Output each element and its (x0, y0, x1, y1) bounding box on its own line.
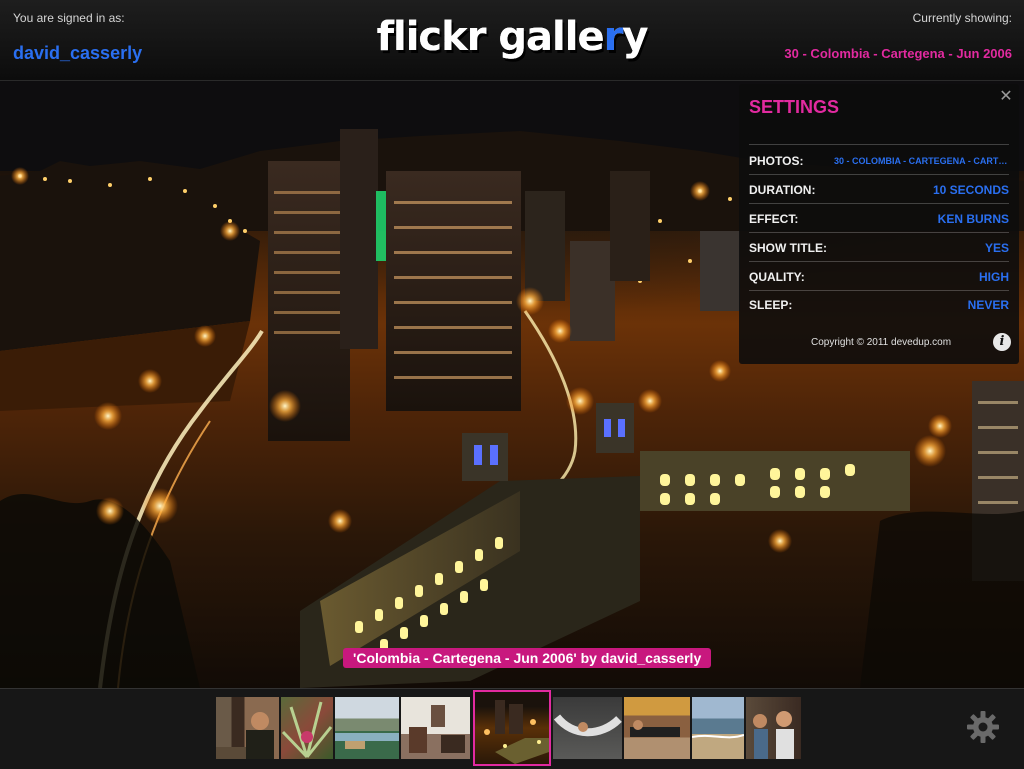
thumbnail[interactable] (624, 697, 690, 759)
logo-text-accent-blue: r (603, 14, 624, 60)
thumbnail-image (281, 701, 333, 759)
gear-icon[interactable] (966, 710, 1000, 744)
setting-value[interactable]: KEN BURNS (938, 212, 1009, 226)
setting-label: DURATION: (749, 183, 816, 197)
thumbnail[interactable] (553, 697, 622, 759)
copyright-text: Copyright © 2011 devedup.com (811, 337, 952, 348)
setting-row-photos[interactable]: PHOTOS: 30 - COLOMBIA - CARTEGENA - CART… (749, 146, 1009, 175)
thumbnail[interactable] (746, 697, 801, 759)
settings-divider (749, 144, 1009, 145)
thumbnail[interactable] (401, 697, 470, 759)
setting-row-sleep[interactable]: SLEEP: NEVER (749, 290, 1009, 318)
setting-label: SHOW TITLE: (749, 241, 827, 255)
thumbnail-image (216, 712, 274, 759)
setting-row-quality[interactable]: QUALITY: HIGH (749, 262, 1009, 291)
setting-value[interactable]: 10 SECONDS (933, 183, 1009, 197)
settings-title: SETTINGS (749, 97, 840, 117)
thumbnail[interactable] (335, 697, 399, 759)
thumbnail-image (753, 711, 794, 759)
thumbnail-image (484, 700, 549, 764)
thumbnail[interactable] (216, 697, 279, 759)
setting-label: PHOTOS: (749, 154, 804, 168)
photo-caption: 'Colombia - Cartegena - Jun 2006' by dav… (343, 648, 712, 668)
setting-value[interactable]: 30 - COLOMBIA - CARTEGENA - CARTEGENA - … (834, 156, 1009, 166)
logo-text-main: flickr galle (376, 14, 605, 60)
setting-value[interactable]: YES (985, 241, 1009, 255)
setting-label: EFFECT: (749, 212, 799, 226)
setting-label: QUALITY: (749, 270, 805, 284)
thumbnail-image (409, 705, 465, 753)
settings-panel: SETTINGS ✕ PHOTOS: 30 - COLOMBIA - CARTE… (739, 84, 1019, 364)
close-icon[interactable]: ✕ (999, 89, 1013, 105)
thumbnail-strip[interactable] (0, 688, 1024, 769)
setting-row-duration[interactable]: DURATION: 10 SECONDS (749, 175, 1009, 204)
app-header: You are signed in as: david_casserly fli… (0, 0, 1024, 81)
setting-row-show-title[interactable]: SHOW TITLE: YES (749, 233, 1009, 262)
thumbnail-image (335, 733, 399, 749)
setting-label: SLEEP: (749, 298, 793, 312)
setting-value[interactable]: HIGH (979, 270, 1009, 284)
thumbnail-image (692, 734, 744, 739)
thumbnail[interactable] (281, 697, 333, 759)
thumbnail-image (630, 720, 680, 737)
thumbnail[interactable] (692, 697, 744, 759)
info-icon[interactable]: i (993, 333, 1011, 351)
thumbnail-selected[interactable] (473, 690, 551, 766)
currently-showing-label: Currently showing: (912, 11, 1012, 25)
logo-text-tail: y (622, 14, 648, 60)
setting-value[interactable]: NEVER (968, 298, 1009, 312)
setting-row-effect[interactable]: EFFECT: KEN BURNS (749, 204, 1009, 233)
thumbnail-image (553, 714, 622, 737)
current-album-link[interactable]: 30 - Colombia - Cartegena - Jun 2006 (784, 46, 1012, 61)
